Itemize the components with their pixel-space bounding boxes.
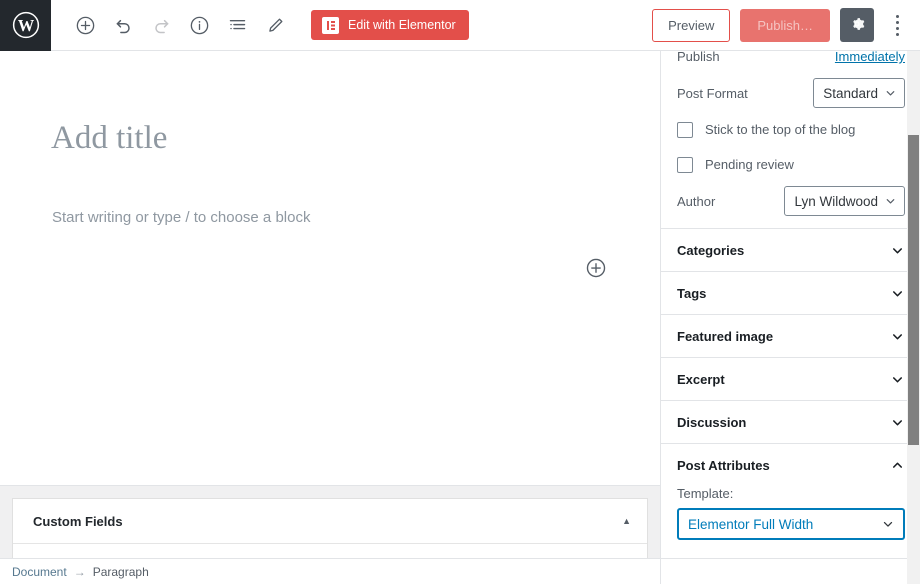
- sticky-post-label: Stick to the top of the blog: [705, 122, 856, 137]
- post-title-input[interactable]: Add title: [51, 119, 167, 159]
- undo-button[interactable]: [105, 7, 141, 43]
- panel-featured-image-header[interactable]: Featured image: [661, 315, 920, 357]
- chevron-down-icon: [884, 195, 897, 208]
- redo-icon: [151, 15, 172, 36]
- publish-date-label: Publish: [677, 51, 720, 64]
- chevron-down-icon: [890, 286, 905, 301]
- panel-post-attributes-body: Template: Elementor Full Width: [661, 486, 920, 558]
- custom-fields-title: Custom Fields: [33, 513, 123, 529]
- chevron-up-icon: [890, 458, 905, 473]
- wordpress-logo-button[interactable]: W: [0, 0, 51, 51]
- panel-discussion-header[interactable]: Discussion: [661, 401, 920, 443]
- template-label: Template:: [677, 486, 734, 501]
- more-dot-3: [895, 32, 899, 36]
- panel-post-attributes: Post Attributes Template: Elementor Full…: [661, 444, 920, 559]
- document-settings-sidebar: Publish Immediately Post Format Standard…: [660, 51, 920, 584]
- chevron-down-icon: [884, 87, 897, 100]
- wordpress-logo-icon: W: [12, 11, 40, 39]
- breadcrumb-separator: →: [73, 564, 86, 579]
- chevron-down-icon: [890, 415, 905, 430]
- edit-mode-button[interactable]: [257, 7, 293, 43]
- panel-categories-title: Categories: [677, 242, 745, 258]
- author-row: Author Lyn Wildwood: [677, 182, 905, 228]
- panel-post-attributes-title: Post Attributes: [677, 457, 770, 473]
- post-format-label: Post Format: [677, 85, 748, 101]
- publish-button[interactable]: Publish…: [740, 8, 830, 42]
- sidebar-scrollbar-thumb[interactable]: [908, 135, 919, 445]
- panel-excerpt-header[interactable]: Excerpt: [661, 358, 920, 400]
- editor-toolbar: W Edit with Elementor Preview Publish…: [0, 0, 920, 51]
- editor-canvas: Add title Start writing or type / to cho…: [0, 51, 660, 584]
- sticky-post-checkbox-row[interactable]: Stick to the top of the blog: [677, 112, 905, 147]
- default-block-input[interactable]: Start writing or type / to choose a bloc…: [52, 209, 310, 226]
- sidebar-scrollbar[interactable]: [907, 51, 920, 584]
- chevron-down-icon: [890, 372, 905, 387]
- add-block-button[interactable]: [67, 7, 103, 43]
- post-format-row: Post Format Standard: [677, 74, 905, 112]
- toolbar-tools-group: Edit with Elementor: [51, 0, 469, 51]
- pending-review-label: Pending review: [705, 157, 794, 172]
- info-circle-icon: [189, 15, 210, 36]
- publish-date-value[interactable]: Immediately: [835, 51, 905, 64]
- more-dot-1: [895, 20, 899, 24]
- panel-excerpt: Excerpt: [661, 358, 920, 401]
- redo-button[interactable]: [143, 7, 179, 43]
- sticky-post-checkbox[interactable]: [677, 121, 693, 138]
- block-breadcrumb: Document → Paragraph: [0, 558, 660, 584]
- breadcrumb-document[interactable]: Document: [12, 565, 67, 579]
- template-value: Elementor Full Width: [688, 516, 814, 532]
- panel-excerpt-title: Excerpt: [677, 371, 725, 387]
- plus-circle-icon: [75, 15, 96, 36]
- more-vertical-icon: [895, 14, 899, 18]
- list-view-button[interactable]: [219, 7, 255, 43]
- chevron-down-icon: [881, 517, 895, 531]
- panel-categories-header[interactable]: Categories: [661, 229, 920, 271]
- undo-icon: [113, 15, 134, 36]
- gear-icon: [848, 15, 866, 36]
- panel-featured-image: Featured image: [661, 315, 920, 358]
- chevron-down-icon: [890, 243, 905, 258]
- panel-tags: Tags: [661, 272, 920, 315]
- more-options-button[interactable]: [884, 8, 910, 42]
- author-select[interactable]: Lyn Wildwood: [784, 186, 905, 216]
- elementor-logo-icon: [322, 16, 339, 34]
- panel-discussion-title: Discussion: [677, 414, 747, 430]
- list-view-icon: [227, 15, 248, 36]
- panel-tags-header[interactable]: Tags: [661, 272, 920, 314]
- more-dot-2: [895, 26, 899, 30]
- wordpress-block-editor: W Edit with Elementor Preview Publish… A…: [0, 0, 920, 584]
- edit-with-elementor-label: Edit with Elementor: [348, 18, 456, 32]
- panel-categories: Categories: [661, 229, 920, 272]
- plus-circle-icon: [585, 257, 607, 284]
- svg-text:W: W: [17, 16, 34, 35]
- post-format-value: Standard: [823, 85, 878, 101]
- panel-post-attributes-header[interactable]: Post Attributes: [661, 444, 920, 486]
- publish-date-row: Publish Immediately: [677, 51, 905, 74]
- breadcrumb-paragraph[interactable]: Paragraph: [93, 565, 149, 579]
- status-and-visibility-section: Publish Immediately Post Format Standard…: [661, 51, 920, 229]
- pencil-icon: [265, 15, 286, 36]
- sidebar-scroll-content: Publish Immediately Post Format Standard…: [661, 51, 920, 559]
- pending-review-checkbox-row[interactable]: Pending review: [677, 147, 905, 182]
- settings-toggle-button[interactable]: [840, 8, 874, 42]
- panel-featured-image-title: Featured image: [677, 328, 774, 344]
- preview-button[interactable]: Preview: [652, 8, 731, 42]
- panel-discussion: Discussion: [661, 401, 920, 444]
- triangle-up-icon[interactable]: ▲: [622, 516, 631, 526]
- template-select[interactable]: Elementor Full Width: [677, 508, 905, 540]
- content-info-button[interactable]: [181, 7, 217, 43]
- panel-tags-title: Tags: [677, 285, 707, 301]
- editor-scroll-region: Add title Start writing or type / to cho…: [0, 51, 660, 584]
- toolbar-actions-group: Preview Publish…: [652, 0, 920, 51]
- edit-with-elementor-button[interactable]: Edit with Elementor: [311, 10, 469, 40]
- block-inserter-button[interactable]: [584, 258, 608, 282]
- pending-review-checkbox[interactable]: [677, 156, 693, 173]
- post-format-select[interactable]: Standard: [813, 78, 905, 108]
- custom-fields-header[interactable]: Custom Fields ▲: [13, 499, 647, 544]
- chevron-down-icon: [890, 329, 905, 344]
- author-label: Author: [677, 193, 716, 209]
- author-value: Lyn Wildwood: [794, 193, 878, 209]
